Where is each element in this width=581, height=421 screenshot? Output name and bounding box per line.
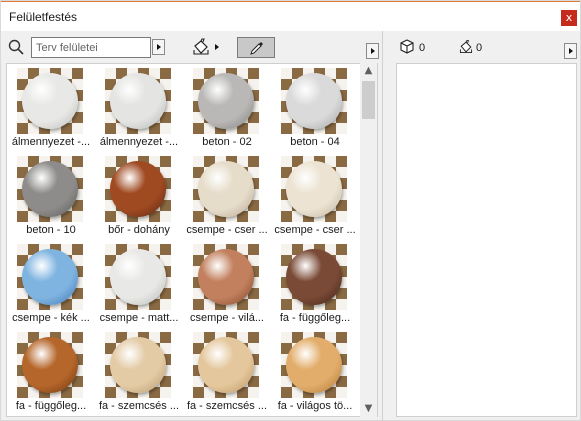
title-bar[interactable]: Felületfestés x [1,1,580,31]
play-arrow-icon [371,48,375,54]
dialog-window: Felületfestés x álmennyezet -...álmennye… [0,0,581,421]
material-sphere-preview [286,337,342,393]
material-thumbnail [281,244,347,310]
material-tile[interactable]: fa - függőleg... [271,240,359,328]
material-label: beton - 04 [290,136,340,148]
material-label: csempe - cser ... [274,224,356,236]
material-thumbnail [17,244,83,310]
close-button[interactable]: x [561,10,577,26]
material-thumbnail [281,332,347,398]
material-tile[interactable]: csempe - cser ... [271,152,359,240]
material-label: fa - függőleg... [15,400,87,412]
material-label: fa - világos tö... [277,400,353,412]
material-tile[interactable]: álmennyezet -... [95,64,183,152]
bucket-menu-arrow-icon[interactable] [215,44,219,50]
material-tile[interactable]: bőr - dohány [95,152,183,240]
surface-count: 0 [419,42,426,54]
material-label: beton - 10 [26,224,76,236]
material-thumbnail [17,332,83,398]
search-options-button[interactable] [152,39,165,55]
material-tile[interactable]: beton - 10 [7,152,95,240]
material-tile[interactable]: beton - 04 [271,64,359,152]
eyedropper-icon [250,42,263,55]
material-thumbnail [281,156,347,222]
material-sphere-preview [22,337,78,393]
material-tile[interactable]: csempe - vilá... [183,240,271,328]
grid-scrollbar[interactable]: ▲ ▼ [360,63,377,417]
material-tile[interactable]: csempe - cser ... [183,152,271,240]
material-thumbnail [105,68,171,134]
material-sphere-preview [110,161,166,217]
panel-splitter[interactable] [382,31,383,421]
material-sphere-preview [198,337,254,393]
material-thumbnail [193,332,259,398]
material-tile[interactable]: fa - szemcsés ... [183,328,271,416]
material-label: álmennyezet -... [99,136,179,148]
material-thumbnail [281,68,347,134]
search-input[interactable] [31,37,151,58]
scroll-thumb[interactable] [362,81,375,119]
material-label: fa - függőleg... [279,312,351,324]
paint-bucket-icon [459,40,473,54]
material-grid-panel: álmennyezet -... álmennyezet -... beton - … [6,63,378,417]
material-label: csempe - vilá... [190,312,264,324]
material-thumbnail [193,68,259,134]
material-sphere-preview [110,73,166,129]
material-thumbnail [105,156,171,222]
material-sphere-preview [22,161,78,217]
material-tile[interactable]: álmennyezet -... [7,64,95,152]
material-label: csempe - kék ... [12,312,90,324]
material-thumbnail [193,156,259,222]
material-label: csempe - matt... [99,312,179,324]
material-tile[interactable]: beton - 02 [183,64,271,152]
scroll-down-arrow-icon[interactable]: ▼ [360,401,377,417]
scroll-up-arrow-icon[interactable]: ▲ [360,63,377,79]
expand-right-panel-button[interactable] [564,43,577,59]
material-sphere-preview [22,249,78,305]
material-label: bőr - dohány [108,224,170,236]
expand-panel-button[interactable] [366,43,379,59]
window-title: Felületfestés [9,10,78,24]
paint-bucket-icon[interactable] [191,38,211,56]
material-thumbnail [105,332,171,398]
material-sphere-preview [22,73,78,129]
material-label: fa - szemcsés ... [98,400,180,412]
material-sphere-preview [286,161,342,217]
material-tile[interactable]: fa - szemcsés ... [95,328,183,416]
material-tile[interactable]: csempe - kék ... [7,240,95,328]
play-arrow-icon [569,48,573,54]
eyedropper-button[interactable] [237,37,275,58]
surface-list-panel [396,63,577,417]
material-sphere-preview [286,73,342,129]
material-thumbnail [193,244,259,310]
material-thumbnail [17,156,83,222]
material-label: fa - szemcsés ... [186,400,268,412]
material-thumbnail [17,68,83,134]
material-sphere-preview [110,249,166,305]
material-sphere-preview [286,249,342,305]
play-arrow-icon [157,44,161,50]
material-tile[interactable]: fa - függőleg... [7,328,95,416]
material-sphere-preview [198,73,254,129]
material-label: beton - 02 [202,136,252,148]
material-tile[interactable]: csempe - matt... [95,240,183,328]
material-sphere-preview [198,249,254,305]
material-tile[interactable]: fa - világos tö... [271,328,359,416]
material-sphere-preview [110,337,166,393]
material-sphere-preview [198,161,254,217]
material-label: csempe - cser ... [186,224,268,236]
search-icon [8,39,24,55]
painted-count: 0 [476,42,483,54]
material-thumbnail [105,244,171,310]
cube-icon [400,39,414,54]
material-label: álmennyezet -... [11,136,91,148]
